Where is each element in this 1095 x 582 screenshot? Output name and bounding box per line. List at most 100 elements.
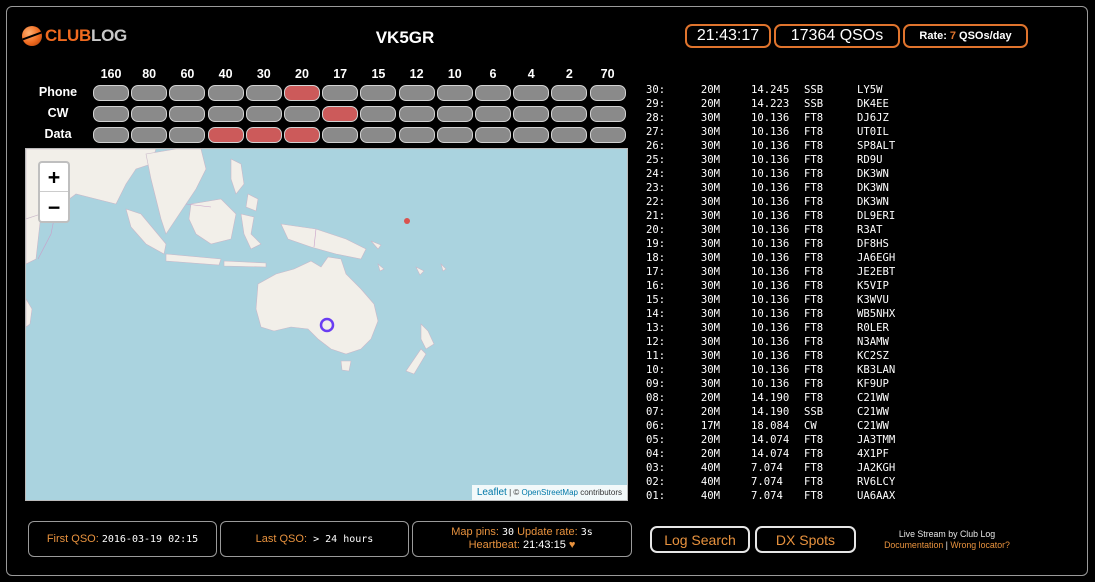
last-qso-value: > 24 hours: [313, 533, 374, 545]
band-mode-cell[interactable]: [131, 85, 168, 101]
qso-index: 19:: [646, 238, 666, 250]
qso-callsign: DK4EE: [857, 98, 889, 110]
band-mode-cell[interactable]: [551, 85, 588, 101]
qso-frequency: 10.136: [751, 308, 790, 320]
band-mode-cell[interactable]: [589, 127, 626, 143]
band-mode-cell[interactable]: [513, 127, 550, 143]
qso-frequency: 14.190: [751, 406, 790, 418]
qso-callsign: DK3WN: [857, 168, 889, 180]
leaflet-link[interactable]: Leaflet: [477, 487, 507, 498]
qso-map[interactable]: + − Leaflet | © OpenStreetMap contributo…: [25, 148, 628, 501]
qso-frequency: 10.136: [751, 336, 790, 348]
map-stats-line-2: Heartbeat: 21:43:15 ♥: [469, 539, 576, 552]
band-mode-cell[interactable]: [398, 85, 435, 101]
band-mode-cell[interactable]: [284, 85, 320, 101]
update-rate-label: Update rate:: [517, 526, 578, 538]
qso-mode: FT8: [804, 140, 824, 152]
qso-callsign: SP8ALT: [857, 140, 896, 152]
band-mode-cell[interactable]: [436, 127, 473, 143]
band-mode-cell[interactable]: [245, 106, 282, 122]
band-header: 40: [218, 67, 233, 81]
band-mode-cell[interactable]: [475, 85, 511, 101]
band-mode-cell[interactable]: [169, 85, 206, 101]
band-mode-cell[interactable]: [245, 85, 282, 101]
map-pin[interactable]: [404, 218, 410, 224]
band-mode-cell[interactable]: [131, 127, 168, 143]
band-mode-cell[interactable]: [360, 85, 397, 101]
band-mode-cell[interactable]: [475, 106, 511, 122]
qso-band: 30M: [700, 364, 720, 376]
wrong-locator-link[interactable]: Wrong locator?: [950, 540, 1010, 550]
band-mode-cell[interactable]: [93, 85, 129, 101]
band-mode-cell[interactable]: [398, 106, 435, 122]
dx-spots-button[interactable]: DX Spots: [755, 526, 856, 553]
band-mode-cell[interactable]: [436, 85, 473, 101]
qso-band: 30M: [700, 196, 720, 208]
band-mode-cell[interactable]: [436, 106, 473, 122]
osm-link[interactable]: OpenStreetMap: [521, 488, 577, 497]
qso-frequency: 10.136: [751, 112, 790, 124]
zoom-out-button[interactable]: −: [40, 192, 68, 221]
band-mode-cell[interactable]: [551, 127, 588, 143]
band-mode-cell[interactable]: [93, 106, 129, 122]
band-mode-cell[interactable]: [169, 106, 206, 122]
qso-log-row: 15: 30M 10.136 FT8 K3WVU: [646, 293, 906, 307]
qso-frequency: 10.136: [751, 350, 790, 362]
logo-text: CLUBLOG: [45, 26, 127, 46]
qso-callsign: R3AT: [857, 224, 883, 236]
band-mode-cell[interactable]: [284, 127, 320, 143]
band-mode-cell[interactable]: [207, 127, 244, 143]
qso-log-row: 29: 20M 14.223 SSB DK4EE: [646, 97, 906, 111]
documentation-link[interactable]: Documentation: [884, 540, 943, 550]
band-mode-cell[interactable]: [475, 127, 511, 143]
qso-frequency: 10.136: [751, 210, 790, 222]
rate-prefix: Rate:: [919, 30, 947, 42]
band-mode-cell[interactable]: [93, 127, 129, 143]
band-mode-cell[interactable]: [398, 127, 435, 143]
qso-band: 30M: [700, 168, 720, 180]
first-qso-box: First QSO: 2016-03-19 02:15: [28, 521, 217, 557]
qso-log-row: 07: 20M 14.190 SSB C21WW: [646, 405, 906, 419]
qso-callsign: UA6AAX: [857, 490, 896, 502]
attribution-contributors: contributors: [577, 488, 622, 497]
log-search-button[interactable]: Log Search: [650, 526, 750, 553]
qso-callsign: RV6LCY: [857, 476, 896, 488]
band-mode-cell[interactable]: [131, 106, 168, 122]
band-mode-cell[interactable]: [169, 127, 206, 143]
band-mode-cell[interactable]: [589, 106, 626, 122]
band-mode-cell[interactable]: [513, 85, 550, 101]
band-mode-cell[interactable]: [207, 106, 244, 122]
qso-log-row: 18: 30M 10.136 FT8 JA6EGH: [646, 251, 906, 265]
map-pins-label: Map pins:: [451, 526, 499, 538]
qso-log-row: 16: 30M 10.136 FT8 K5VIP: [646, 279, 906, 293]
qso-band: 30M: [700, 154, 720, 166]
band-mode-cell[interactable]: [551, 106, 588, 122]
qso-mode: FT8: [804, 434, 824, 446]
band-header: 12: [409, 67, 424, 81]
band-mode-cell[interactable]: [207, 85, 244, 101]
band-mode-cell[interactable]: [513, 106, 550, 122]
band-mode-cell[interactable]: [322, 85, 359, 101]
qso-band: 30M: [700, 126, 720, 138]
qso-index: 26:: [646, 140, 666, 152]
band-mode-cell[interactable]: [245, 127, 282, 143]
qso-index: 11:: [646, 350, 666, 362]
qso-frequency: 7.074: [751, 462, 783, 474]
band-mode-cell[interactable]: [284, 106, 320, 122]
band-mode-cell[interactable]: [360, 127, 397, 143]
clublog-logo[interactable]: CLUBLOG: [22, 26, 127, 46]
qso-index: 21:: [646, 210, 666, 222]
band-mode-cell[interactable]: [589, 85, 626, 101]
band-mode-cell[interactable]: [322, 127, 359, 143]
band-mode-cell[interactable]: [360, 106, 397, 122]
band-mode-cell[interactable]: [322, 106, 359, 122]
band-header: 70: [600, 67, 615, 81]
qso-band: 20M: [700, 392, 720, 404]
zoom-in-button[interactable]: +: [40, 163, 68, 192]
qso-callsign: 4X1PF: [857, 448, 889, 460]
qso-band: 30M: [700, 182, 720, 194]
qso-log-row: 21: 30M 10.136 FT8 DL9ERI: [646, 209, 906, 223]
qso-index: 02:: [646, 476, 666, 488]
qso-mode: FT8: [804, 378, 824, 390]
qso-band: 40M: [700, 462, 720, 474]
